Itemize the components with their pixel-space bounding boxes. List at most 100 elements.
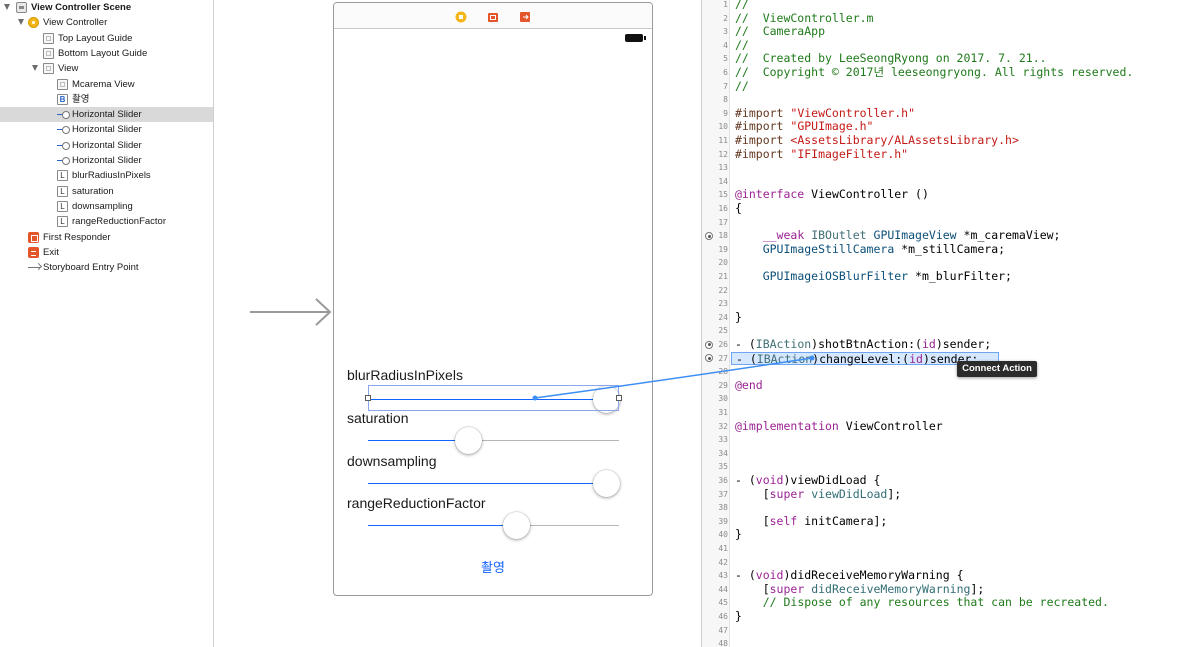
horizontal-slider[interactable] [368, 512, 619, 539]
code-line[interactable]: // Copyright © 2017년 leeseongryong. All … [735, 65, 1134, 80]
code-token: IBAction [756, 351, 813, 366]
code-line[interactable]: #import <AssetsLibrary/ALAssetsLibrary.h… [735, 133, 1019, 148]
outline-item-top-layout-guide[interactable]: Top Layout Guide [0, 31, 213, 46]
code-line[interactable]: // ViewController.m [735, 10, 874, 26]
line-number: 35 [718, 462, 728, 472]
outline-item-rangereductionfactor[interactable]: LrangeReductionFactor [0, 214, 213, 229]
disclosure-triangle-icon[interactable] [32, 65, 38, 72]
line-number: 28 [718, 367, 728, 377]
code-line[interactable]: // [735, 38, 749, 53]
code-token: - ( [735, 337, 756, 351]
code-line[interactable]: #import "IFImageFilter.h" [735, 146, 908, 162]
code-line[interactable]: @implementation ViewController [735, 418, 943, 434]
code-line[interactable]: - (void)viewDidLoad { [735, 473, 880, 488]
disclosure-triangle-icon[interactable] [18, 19, 24, 26]
code-line[interactable]: // Created by LeeSeongRyong on 2017. 7. … [735, 52, 1047, 66]
slider-icon [57, 140, 70, 151]
line-number: 6 [723, 68, 728, 77]
code-token: "ViewController.h" [790, 105, 916, 120]
assistant-editor[interactable]: 1 2 3 4 5 6 7 8 9 10 11 12 13 14 15 16 17 18 19 20 21 22 23 24 2… [701, 0, 1193, 647]
code-line[interactable]: GPUImageStillCamera *m_stillCamera; [735, 241, 1005, 257]
code-token: // ViewController.m [735, 10, 874, 25]
outline-item-exit[interactable]: Exit [0, 245, 213, 260]
outline-item-label: View Controller Scene [31, 2, 132, 13]
outline-item-view[interactable]: View [0, 61, 213, 76]
view-controller-scene[interactable]: blurRadiusInPixels saturation downsampling… [333, 2, 653, 596]
code-line[interactable]: } [735, 528, 742, 542]
code-line[interactable]: @interface ViewController () [735, 188, 929, 202]
view-controller-icon[interactable] [455, 10, 467, 23]
outline-item-label: Bottom Layout Guide [58, 47, 148, 59]
outline-item-view-controller[interactable]: View Controller [0, 15, 213, 30]
code-line[interactable]: } [735, 609, 742, 624]
outline-item-horizontal-slider[interactable]: Horizontal Slider [0, 138, 213, 153]
code-token: ViewController () [804, 187, 929, 202]
outlet-connection-circle-icon[interactable] [705, 340, 713, 349]
line-number: 31 [718, 408, 728, 417]
outline-item-first-responder[interactable]: First Responder [0, 230, 213, 245]
code-token: #import [735, 146, 791, 161]
line-number: 29 [718, 380, 728, 390]
code-line[interactable]: } [735, 310, 742, 325]
slider-thumb[interactable] [503, 512, 531, 539]
code-token: - ( [735, 473, 756, 487]
outline-item-horizontal-slider[interactable]: Horizontal Slider [0, 153, 213, 168]
code-line[interactable]: #import "ViewController.h" [735, 105, 916, 121]
resize-handle-right[interactable] [616, 395, 622, 401]
code-token: ViewController [838, 418, 943, 433]
resize-handle-left[interactable] [365, 395, 371, 401]
outline-item-bottom-layout-guide[interactable]: Bottom Layout Guide [0, 46, 213, 61]
code-token: GPUImageStillCamera [762, 241, 895, 256]
line-number: 7 [723, 81, 728, 91]
code-line[interactable]: [self initCamera]; [735, 513, 888, 529]
outline-item-view-controller-scene[interactable]: View Controller Scene [0, 0, 213, 15]
code-line[interactable]: // CameraApp [735, 24, 825, 39]
code-line[interactable]: #import "GPUImage.h" [735, 120, 873, 134]
code-token: __weak [762, 228, 805, 243]
slider-thumb[interactable] [593, 470, 621, 497]
line-number: 30 [718, 394, 728, 404]
storyboard-entry-arrow[interactable] [250, 297, 334, 327]
code-token: )changeLevel:( [812, 351, 910, 366]
slider-label-rangereductionfactor: rangeReductionFactor [347, 495, 486, 511]
code-line[interactable]: GPUImageiOSBlurFilter *m_blurFilter; [735, 269, 1012, 284]
code-line[interactable]: // [735, 79, 749, 94]
code-token: // Copyright © 2017년 leeseongryong. All … [735, 65, 1134, 79]
outline-item-mcarema-view[interactable]: Mcarema View [0, 77, 213, 92]
code-token: initCamera]; [797, 513, 888, 528]
code-token: [ [735, 486, 770, 501]
outline-item-horizontal-slider[interactable]: Horizontal Slider [0, 107, 213, 123]
outlet-connection-circle-icon[interactable] [705, 232, 713, 240]
outline-item-storyboard-entry-point[interactable]: Storyboard Entry Point [0, 260, 213, 275]
horizontal-slider[interactable] [368, 470, 621, 497]
slider-thumb[interactable] [455, 427, 483, 454]
code-line[interactable]: // Dispose of any resources that can be … [735, 596, 1109, 610]
outline-item-horizontal-slider[interactable]: Horizontal Slider [0, 122, 213, 137]
line-number: 17 [718, 217, 728, 227]
first-responder-icon[interactable] [487, 10, 499, 22]
code-line[interactable]: { [735, 201, 742, 216]
code-line[interactable]: - (IBAction)shotBtnAction:(id)sender; [735, 337, 991, 352]
outline-item-촬영[interactable]: B 촬영 [0, 92, 213, 107]
outline-item-blurradiusinpixels[interactable]: LblurRadiusInPixels [0, 168, 213, 183]
outline-item-label: rangeReductionFactor [72, 216, 166, 228]
code-token: super [769, 486, 805, 501]
code-line[interactable]: - (void)didReceiveMemoryWarning { [735, 568, 964, 583]
selected-slider-outline[interactable] [365, 385, 622, 411]
line-number: 41 [718, 544, 728, 553]
code-line[interactable]: __weak IBOutlet GPUImageView *m_caremaVi… [735, 228, 1061, 243]
code-line[interactable]: @end [735, 378, 763, 393]
outline-item-downsampling[interactable]: Ldownsampling [0, 199, 213, 214]
code-line[interactable]: [super didReceiveMemoryWarning]; [735, 582, 985, 597]
disclosure-triangle-icon[interactable] [4, 4, 10, 10]
exit-icon[interactable] [519, 10, 531, 22]
code-line[interactable]: [super viewDidLoad]; [735, 486, 902, 502]
shoot-button[interactable]: 촬영 [334, 557, 652, 576]
line-number: 33 [718, 435, 728, 445]
battery-icon [625, 34, 646, 42]
outline-item-saturation[interactable]: Lsaturation [0, 184, 213, 199]
line-number: 34 [718, 448, 728, 458]
horizontal-slider[interactable] [368, 427, 619, 454]
line-number: 20 [718, 258, 728, 268]
